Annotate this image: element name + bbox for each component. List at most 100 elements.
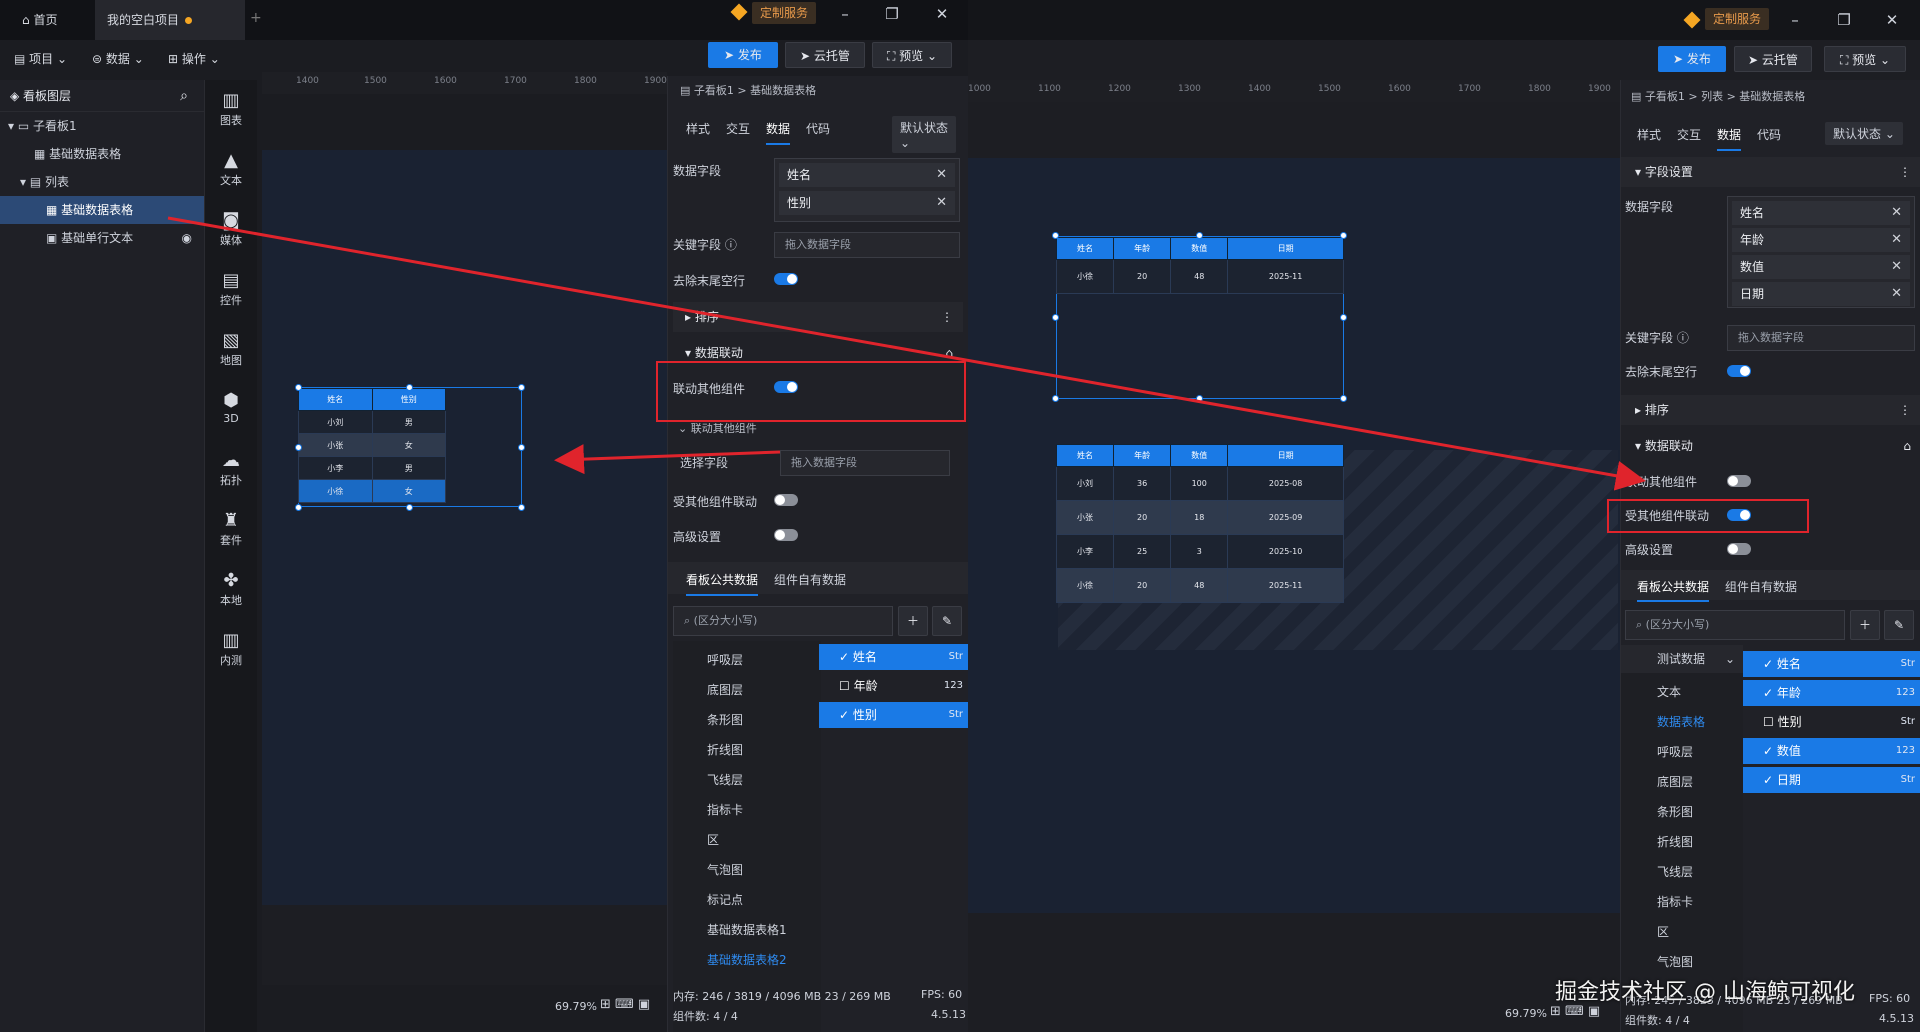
link-section[interactable]: ▾ 数据联动 ⌂ (1621, 431, 1920, 461)
help-icon[interactable]: ⓘ (725, 238, 737, 252)
table-row[interactable]: 小徐女 (298, 479, 446, 503)
list-item[interactable]: 气泡图 (1657, 953, 1693, 970)
remove-icon[interactable]: ✕ (936, 191, 947, 215)
close-icon[interactable]: ✕ (1872, 6, 1912, 34)
add-icon[interactable]: ＋ (898, 606, 928, 636)
custom-service-badge[interactable]: 定制服务 (752, 2, 817, 24)
tab-code[interactable]: 代码 (1757, 126, 1781, 143)
tab-own-data[interactable]: 组件自有数据 (1725, 578, 1797, 595)
list-item[interactable]: 条形图 (707, 711, 743, 728)
resize-handle[interactable] (406, 504, 413, 511)
trim-toggle[interactable] (774, 273, 798, 285)
add-icon[interactable]: ＋ (1850, 610, 1880, 640)
menu-project[interactable]: ▤ 项目 ⌄ (14, 48, 67, 70)
field-option[interactable]: ✓ 数值 123 (1743, 738, 1920, 764)
list-item[interactable]: 折线图 (1657, 833, 1693, 850)
preview-button[interactable]: ⛶ 预览 ⌄ (1824, 46, 1906, 72)
publish-button[interactable]: ➤ 发布 (708, 42, 778, 68)
resize-handle[interactable] (1052, 395, 1059, 402)
resize-handle[interactable] (295, 384, 302, 391)
search-input[interactable]: ⌕ (区分大小写) (1625, 610, 1845, 640)
data-group[interactable]: 测试数据 ⌄ (1621, 645, 1743, 673)
sidebar-media[interactable]: ◙ 媒体 (205, 208, 257, 262)
field-chip[interactable]: 姓名 ✕ (1732, 201, 1910, 225)
maximize-icon[interactable]: ❐ (1824, 6, 1864, 34)
sidebar-kit[interactable]: ♜ 套件 (205, 508, 257, 562)
list-item[interactable]: 指标卡 (1657, 893, 1693, 910)
tab-own-data[interactable]: 组件自有数据 (774, 571, 846, 588)
table-row[interactable]: 小张女 (298, 433, 446, 457)
list-item[interactable]: 气泡图 (707, 861, 743, 878)
linked-by-toggle[interactable] (774, 494, 798, 506)
list-item[interactable]: 折线图 (707, 741, 743, 758)
remove-icon[interactable]: ✕ (1891, 255, 1902, 279)
fit-screen-icon[interactable]: ⊞ ⌨ ▣ (1550, 1004, 1600, 1019)
data-field-drop[interactable]: 姓名 ✕ 年龄 ✕ 数值 ✕ 日期 ✕ (1727, 196, 1915, 308)
resize-handle[interactable] (1340, 232, 1347, 239)
advanced-toggle[interactable] (774, 529, 798, 541)
list-item-active[interactable]: 数据表格 (1657, 713, 1705, 730)
list-item[interactable]: 飞线层 (1657, 863, 1693, 880)
list-item-active[interactable]: 基础数据表格2 (707, 951, 787, 968)
sidebar-control[interactable]: ▤ 控件 (205, 268, 257, 322)
list-item[interactable]: 呼吸层 (1657, 743, 1693, 760)
layer-list[interactable]: ▾ ▤ 列表 (0, 168, 204, 196)
tab-interaction[interactable]: 交互 (726, 120, 750, 137)
list-item[interactable]: 底图层 (707, 681, 743, 698)
tab-data[interactable]: 数据 (1717, 126, 1742, 151)
tab-style[interactable]: 样式 (686, 120, 710, 137)
trim-toggle[interactable] (1727, 365, 1751, 377)
select-field-input[interactable]: 拖入数据字段 (780, 450, 950, 476)
tab-style[interactable]: 样式 (1637, 126, 1661, 143)
list-item[interactable]: 指标卡 (707, 801, 743, 818)
field-option[interactable]: ✓ 年龄 123 (1743, 680, 1920, 706)
remove-icon[interactable]: ✕ (1891, 282, 1902, 306)
resize-handle[interactable] (1052, 232, 1059, 239)
key-field-input[interactable]: 拖入数据字段 (1727, 325, 1915, 351)
table-row[interactable]: 小李 25 3 2025-10 (1055, 534, 1344, 569)
layer-text[interactable]: ▣ 基础单行文本 ◉ (0, 224, 204, 252)
list-item[interactable]: 飞线层 (707, 771, 743, 788)
sidebar-topology[interactable]: ☁ 拓扑 (205, 448, 257, 502)
resize-handle[interactable] (406, 384, 413, 391)
table-row[interactable]: 小李男 (298, 456, 446, 480)
sidebar-chart[interactable]: ▥ 图表 (205, 88, 257, 142)
field-option[interactable]: ✓ 日期 Str (1743, 767, 1920, 793)
tab-public-data[interactable]: 看板公共数据 (1637, 578, 1710, 602)
field-option[interactable]: ✓ 姓名 Str (1743, 651, 1920, 677)
field-option[interactable]: ✓ 姓名 Str (819, 644, 968, 670)
table-row[interactable]: 小张 20 18 2025-09 (1055, 500, 1344, 535)
resize-handle[interactable] (1196, 232, 1203, 239)
resize-handle[interactable] (518, 504, 525, 511)
field-option[interactable]: ✓ 性别 Str (819, 702, 968, 728)
tab-public-data[interactable]: 看板公共数据 (686, 571, 759, 596)
layer-table-selected[interactable]: ▦ 基础数据表格 (0, 196, 204, 224)
search-input[interactable]: ⌕ (区分大小写) (673, 606, 893, 636)
cloud-button[interactable]: ➤ 云托管 (785, 42, 865, 68)
lock-icon[interactable]: ⌂ (1903, 431, 1911, 461)
sidebar-local[interactable]: ✤ 本地 (205, 568, 257, 622)
field-chip[interactable]: 姓名 ✕ (779, 163, 955, 187)
table-row[interactable]: 小徐 20 48 2025-11 (1055, 259, 1344, 294)
sidebar-3d[interactable]: ⬢ 3D (205, 388, 257, 442)
table-row[interactable]: 小刘 36 100 2025-08 (1055, 466, 1344, 501)
more-icon[interactable]: ⋮ (941, 302, 953, 332)
field-option[interactable]: ☐ 性别 Str (1743, 709, 1920, 735)
edit-icon[interactable]: ✎ (932, 606, 962, 636)
close-icon[interactable]: ✕ (922, 0, 962, 28)
resize-handle[interactable] (518, 384, 525, 391)
sort-section[interactable]: ▸ 排序 ⋮ (673, 302, 963, 332)
remove-icon[interactable]: ✕ (1891, 228, 1902, 252)
resize-handle[interactable] (1340, 395, 1347, 402)
tab-project[interactable]: 我的空白项目 (95, 0, 245, 40)
list-item[interactable]: 基础数据表格1 (707, 921, 787, 938)
state-select[interactable]: 默认状态 ⌄ (1825, 122, 1903, 145)
advanced-toggle[interactable] (1727, 543, 1751, 555)
resize-handle[interactable] (1052, 314, 1059, 321)
field-chip[interactable]: 性别 ✕ (779, 191, 955, 215)
list-item[interactable]: 文本 (1657, 683, 1681, 700)
link-sub-header[interactable]: ⌄ 联动其他组件 (678, 420, 757, 436)
minimize-icon[interactable]: – (1775, 6, 1815, 34)
minimize-icon[interactable]: – (825, 0, 865, 28)
custom-service-badge[interactable]: 定制服务 (1705, 8, 1770, 30)
